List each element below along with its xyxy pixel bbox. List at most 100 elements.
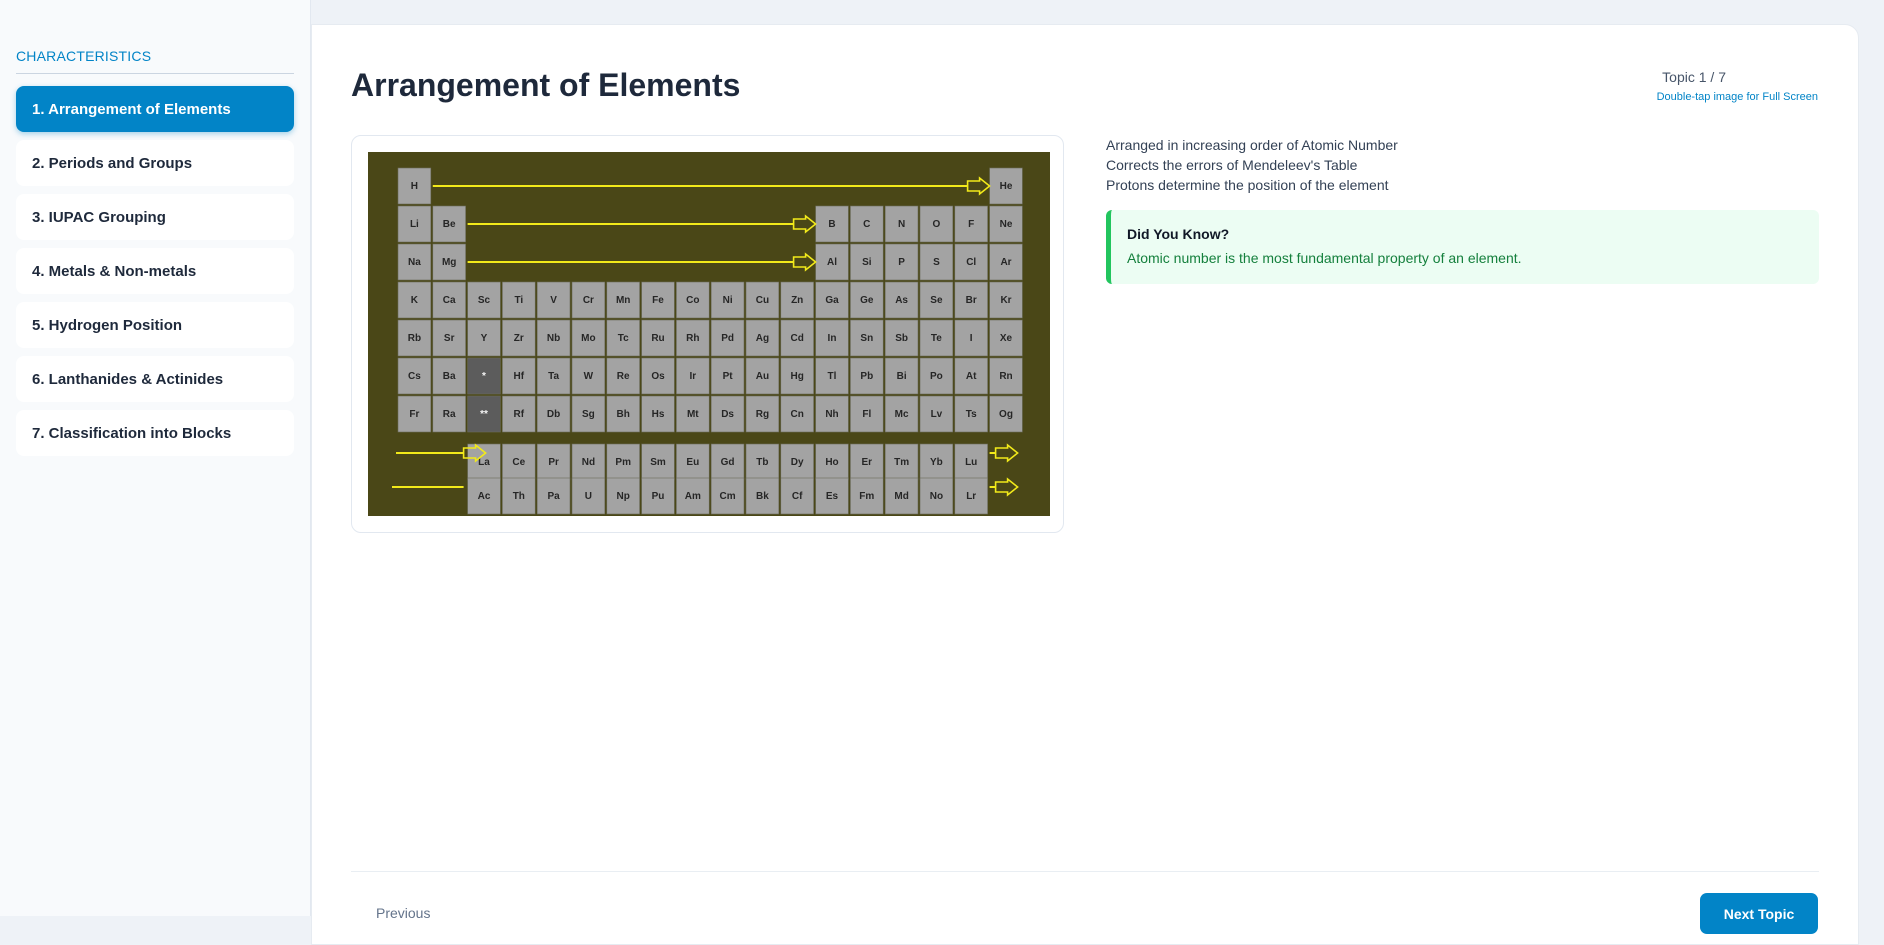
element-symbol: Br bbox=[966, 295, 977, 306]
element-symbol: Rg bbox=[756, 409, 769, 420]
did-you-know-text: Atomic number is the most fundamental pr… bbox=[1127, 250, 1522, 266]
element-symbol: He bbox=[1000, 181, 1013, 192]
sidebar: CHARACTERISTICS 1. Arrangement of Elemen… bbox=[0, 0, 311, 916]
element-symbol: Rf bbox=[514, 409, 525, 420]
element-symbol: Pm bbox=[615, 457, 631, 468]
element-symbol: Os bbox=[651, 371, 665, 382]
element-symbol: Ca bbox=[443, 295, 456, 306]
element-symbol: Bh bbox=[617, 409, 630, 420]
element-symbol: Lr bbox=[966, 491, 976, 502]
element-symbol: Rn bbox=[999, 371, 1012, 382]
element-symbol: Ti bbox=[514, 295, 523, 306]
element-symbol: Es bbox=[826, 491, 839, 502]
element-symbol: Si bbox=[862, 257, 872, 268]
element-symbol: Cr bbox=[583, 295, 594, 306]
element-symbol: Cl bbox=[966, 257, 976, 268]
key-point: Corrects the errors of Mendeleev's Table bbox=[1106, 157, 1358, 173]
element-symbol: Eu bbox=[686, 457, 699, 468]
element-symbol: Mc bbox=[895, 409, 909, 420]
element-symbol: Mg bbox=[442, 257, 456, 268]
element-symbol: No bbox=[930, 491, 943, 502]
element-symbol: Pr bbox=[548, 457, 559, 468]
element-symbol: Tm bbox=[894, 457, 909, 468]
element-symbol: H bbox=[411, 181, 418, 192]
element-symbol: Pd bbox=[721, 333, 734, 344]
element-symbol: Nb bbox=[547, 333, 560, 344]
element-symbol: Yb bbox=[930, 457, 943, 468]
element-symbol: La bbox=[478, 457, 490, 468]
sidebar-item-metals-nonmetals[interactable]: 4. Metals & Non-metals bbox=[16, 248, 294, 294]
element-symbol: Mo bbox=[581, 333, 595, 344]
footer-divider bbox=[351, 871, 1819, 872]
element-symbol: K bbox=[411, 295, 419, 306]
element-symbol: Ra bbox=[443, 409, 456, 420]
periodic-table-image[interactable]: H He Li Be B C N O F Ne Na Mg Al Si P S Cl Ar K Ca Sc Ti V Cr Mn… bbox=[368, 152, 1050, 516]
element-symbol: Og bbox=[999, 409, 1013, 420]
element-symbol: Po bbox=[930, 371, 943, 382]
element-symbol: Np bbox=[617, 491, 630, 502]
element-symbol: Dy bbox=[791, 457, 804, 468]
element-symbol: Nh bbox=[825, 409, 838, 420]
element-symbol: Hf bbox=[514, 371, 525, 382]
element-symbol: Ba bbox=[443, 371, 456, 382]
element-symbol: Zr bbox=[514, 333, 524, 344]
element-symbol: Mn bbox=[616, 295, 630, 306]
element-symbol: Bi bbox=[897, 371, 907, 382]
element-symbol: Am bbox=[685, 491, 701, 502]
sidebar-heading: CHARACTERISTICS bbox=[16, 48, 294, 74]
sidebar-item-label: 5. Hydrogen Position bbox=[32, 316, 183, 334]
element-symbol: Cn bbox=[791, 409, 804, 420]
element-symbol: Mt bbox=[687, 409, 699, 420]
element-symbol: Ac bbox=[478, 491, 491, 502]
element-symbol: Rb bbox=[408, 333, 421, 344]
element-symbol: Sb bbox=[895, 333, 908, 344]
element-symbol: Ar bbox=[1000, 257, 1011, 268]
element-symbol: At bbox=[966, 371, 977, 382]
element-symbol: F bbox=[968, 219, 974, 230]
previous-button[interactable]: Previous bbox=[376, 905, 430, 921]
element-symbol: Ru bbox=[651, 333, 664, 344]
element-symbol: Rh bbox=[686, 333, 699, 344]
element-symbol: Y bbox=[481, 333, 488, 344]
sidebar-item-arrangement[interactable]: 1. Arrangement of Elements bbox=[16, 86, 294, 132]
sidebar-item-classification-blocks[interactable]: 7. Classification into Blocks bbox=[16, 410, 294, 456]
element-symbol: Cs bbox=[408, 371, 421, 382]
topic-counter: Topic 1 / 7 bbox=[1662, 69, 1726, 85]
page-title: Arrangement of Elements bbox=[351, 67, 741, 103]
element-symbol: Al bbox=[827, 257, 837, 268]
element-symbol: Zn bbox=[791, 295, 803, 306]
element-symbol: Sc bbox=[478, 295, 491, 306]
did-you-know-callout: Did You Know? Atomic number is the most … bbox=[1106, 210, 1819, 284]
sidebar-item-hydrogen-position[interactable]: 5. Hydrogen Position bbox=[16, 302, 294, 348]
element-symbol: Ni bbox=[723, 295, 733, 306]
sidebar-item-iupac-grouping[interactable]: 3. IUPAC Grouping bbox=[16, 194, 294, 240]
element-symbol: Sg bbox=[582, 409, 595, 420]
periodic-table-image-card[interactable]: H He Li Be B C N O F Ne Na Mg Al Si P S Cl Ar K Ca Sc Ti V Cr Mn… bbox=[351, 135, 1064, 533]
element-symbol: Tc bbox=[618, 333, 629, 344]
element-symbol: Be bbox=[443, 219, 456, 230]
element-symbol: Cu bbox=[756, 295, 769, 306]
element-symbol: Ir bbox=[689, 371, 696, 382]
element-symbol: Lu bbox=[965, 457, 977, 468]
element-symbol: B bbox=[828, 219, 835, 230]
main-panel: Arrangement of Elements Topic 1 / 7 Doub… bbox=[311, 24, 1859, 945]
sidebar-item-periods-groups[interactable]: 2. Periods and Groups bbox=[16, 140, 294, 186]
element-symbol: Er bbox=[862, 457, 873, 468]
element-symbol: Sn bbox=[860, 333, 873, 344]
element-symbol: Fl bbox=[862, 409, 871, 420]
element-symbol: Ce bbox=[512, 457, 525, 468]
element-symbol: Kr bbox=[1000, 295, 1011, 306]
element-symbol: P bbox=[898, 257, 905, 268]
element-symbol: Ne bbox=[1000, 219, 1013, 230]
sidebar-item-lanthanides-actinides[interactable]: 6. Lanthanides & Actinides bbox=[16, 356, 294, 402]
element-symbol: Fe bbox=[652, 295, 664, 306]
element-symbol: Ta bbox=[548, 371, 559, 382]
element-symbol: Lv bbox=[931, 409, 943, 420]
element-symbol: U bbox=[585, 491, 592, 502]
next-topic-button[interactable]: Next Topic bbox=[1700, 893, 1818, 934]
element-symbol: Ho bbox=[825, 457, 838, 468]
element-symbol: Au bbox=[756, 371, 769, 382]
element-symbol: I bbox=[970, 333, 973, 344]
element-symbol: S bbox=[933, 257, 940, 268]
element-symbol: Sm bbox=[650, 457, 666, 468]
